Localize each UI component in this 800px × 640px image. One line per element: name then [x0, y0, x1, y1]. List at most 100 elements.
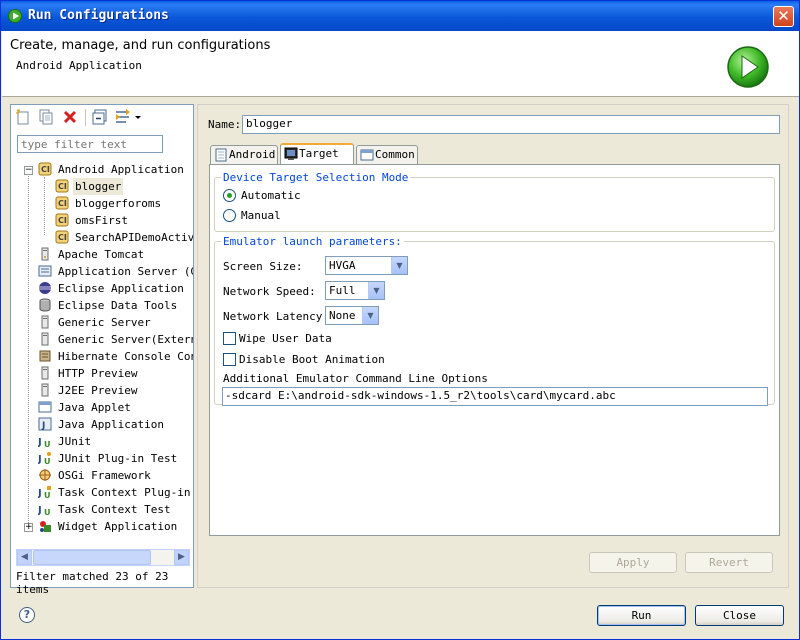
chevron-down-icon: ▼	[362, 307, 378, 324]
svg-text:CI: CI	[58, 216, 67, 225]
device-target-group: Device Target Selection Mode Automatic M…	[214, 171, 775, 232]
svg-text:J: J	[38, 488, 42, 499]
tree-item-apache-tomcat[interactable]: Apache Tomcat	[38, 246, 146, 263]
osgi-icon	[39, 469, 51, 481]
run-button[interactable]: Run	[597, 605, 686, 626]
cmd-options-label: Additional Emulator Command Line Options	[223, 372, 488, 385]
tree-item-label: HTTP Preview	[58, 367, 138, 380]
server-icon	[41, 332, 49, 346]
wipe-user-data-checkbox[interactable]	[223, 332, 236, 345]
manual-label: Manual	[241, 209, 281, 222]
network-speed-select[interactable]: Full ▼	[325, 281, 385, 300]
scroll-right-icon[interactable]: ▶	[174, 550, 189, 565]
duplicate-icon[interactable]	[38, 109, 54, 125]
common-tab-icon	[360, 149, 374, 161]
junit-icon: JU	[38, 437, 51, 448]
tree-item-application-server[interactable]: Application Server (Gl	[38, 263, 193, 280]
junit-plugin-icon: JU	[38, 452, 51, 465]
toolbar-separator	[85, 109, 86, 126]
network-latency-select[interactable]: None ▼	[325, 306, 379, 325]
manual-radio[interactable]	[223, 209, 236, 222]
cmd-options-input[interactable]: -sdcard E:\android-sdk-windows-1.5_r2\to…	[222, 387, 768, 406]
dialog-header: Create, manage, and run configurations A…	[2, 31, 799, 97]
server-icon	[41, 315, 49, 329]
filter-icon[interactable]	[115, 109, 131, 125]
tree-line	[44, 177, 45, 235]
new-config-icon[interactable]	[15, 109, 31, 125]
tree-item-label: Widget Application	[58, 520, 178, 533]
run-graphic-icon	[727, 46, 769, 88]
screen-size-label: Screen Size:	[223, 260, 303, 273]
name-input[interactable]: blogger	[242, 115, 780, 134]
screen-size-select[interactable]: HVGA ▼	[325, 256, 408, 275]
close-button[interactable]: Close	[695, 605, 784, 626]
dropdown-arrow-icon[interactable]	[134, 109, 142, 125]
tree-item-java-application[interactable]: J Java Application	[38, 416, 166, 433]
tree-item-label: JUnit Plug-in Test	[58, 452, 178, 465]
emulator-group-title: Emulator launch parameters:	[221, 235, 404, 248]
help-icon[interactable]: ?	[19, 607, 35, 623]
automatic-radio[interactable]	[223, 189, 236, 202]
tree-item-task-context-test[interactable]: J U Task Context Test	[38, 501, 173, 518]
scroll-thumb[interactable]	[33, 550, 151, 565]
run-configurations-dialog: Run Configurations ✕ Create, manage, and…	[0, 0, 800, 640]
tree-item-java-applet[interactable]: Java Applet	[38, 399, 133, 416]
tree-item-junit-plugin-test[interactable]: J U JUnit Plug-in Test	[38, 450, 179, 467]
tree-item-eclipse-application[interactable]: Eclipse Application	[38, 280, 186, 297]
close-window-button[interactable]: ✕	[773, 6, 794, 27]
tree-item-generic-server[interactable]: Generic Server	[38, 314, 153, 331]
tab-label: Android	[229, 148, 276, 161]
expander-widget-application[interactable]: +	[24, 523, 33, 532]
tree-item-task-context-plugin[interactable]: J U Task Context Plug-in T	[38, 484, 193, 501]
apply-button[interactable]: Apply	[589, 552, 677, 573]
delete-icon[interactable]	[62, 109, 78, 125]
tab-common[interactable]: Common	[356, 145, 418, 164]
network-speed-value: Full	[329, 284, 356, 297]
tab-android[interactable]: Android	[210, 145, 278, 164]
title-bar[interactable]: Run Configurations ✕	[1, 1, 799, 31]
config-editor-panel: Name: blogger Android Target Common Devi…	[197, 104, 789, 588]
svg-text:CI: CI	[58, 182, 67, 191]
svg-text:U: U	[44, 457, 51, 465]
wipe-user-data-label: Wipe User Data	[239, 332, 332, 345]
tree-item-osgi-framework[interactable]: OSGi Framework	[38, 467, 153, 484]
android-tab-icon	[215, 148, 227, 162]
svg-text:J: J	[38, 505, 42, 516]
tree-item-blogger[interactable]: CI blogger	[55, 178, 124, 195]
tab-target[interactable]: Target	[280, 143, 354, 164]
window-title: Run Configurations	[28, 8, 169, 23]
config-tree: − CI Android Application CI blogger CI blog…	[11, 159, 193, 539]
revert-button[interactable]: Revert	[685, 552, 773, 573]
tree-item-bloggerforoms[interactable]: CI bloggerforoms	[55, 195, 163, 212]
filter-input[interactable]	[17, 135, 163, 153]
target-tab-icon	[284, 147, 298, 160]
collapse-all-icon[interactable]	[92, 109, 108, 125]
tree-item-label: JUnit	[58, 435, 92, 448]
header-title: Create, manage, and run configurations	[10, 38, 271, 53]
disable-boot-animation-checkbox[interactable]	[223, 353, 236, 366]
tree-item-http-preview[interactable]: HTTP Preview	[38, 365, 139, 382]
tree-item-label: Apache Tomcat	[58, 248, 145, 261]
tree-item-widget-application[interactable]: Widget Application	[38, 518, 179, 535]
expander-android-application[interactable]: −	[24, 166, 33, 175]
horizontal-scrollbar[interactable]: ◀ ▶	[16, 549, 190, 566]
tree-item-hibernate-console[interactable]: Hibernate Console Conf	[38, 348, 193, 365]
tree-item-generic-server-external[interactable]: Generic Server(Externa	[38, 331, 193, 348]
tree-item-junit[interactable]: J U JUnit	[38, 433, 93, 450]
tree-item-label: omsFirst	[75, 214, 128, 227]
tree-item-label: Application Server (Gl	[58, 265, 193, 278]
android-app-icon: CI	[38, 162, 52, 176]
scroll-left-icon[interactable]: ◀	[17, 550, 32, 565]
eclipse-icon	[39, 282, 51, 294]
tree-item-j2ee-preview[interactable]: J2EE Preview	[38, 382, 139, 399]
svg-text:CI: CI	[41, 165, 50, 174]
tree-item-searchapidemoactivity[interactable]: CI SearchAPIDemoActivi	[55, 229, 193, 246]
tree-item-android-application[interactable]: CI Android Application	[38, 161, 186, 178]
hibernate-icon	[39, 350, 51, 362]
tree-item-eclipse-data-tools[interactable]: Eclipse Data Tools	[38, 297, 179, 314]
java-app-icon: J	[38, 417, 52, 431]
disable-boot-animation-label: Disable Boot Animation	[239, 353, 385, 366]
tree-item-omsfirst[interactable]: CI omsFirst	[55, 212, 130, 229]
device-target-group-title: Device Target Selection Mode	[221, 171, 411, 184]
tree-item-label: Eclipse Application	[58, 282, 184, 295]
